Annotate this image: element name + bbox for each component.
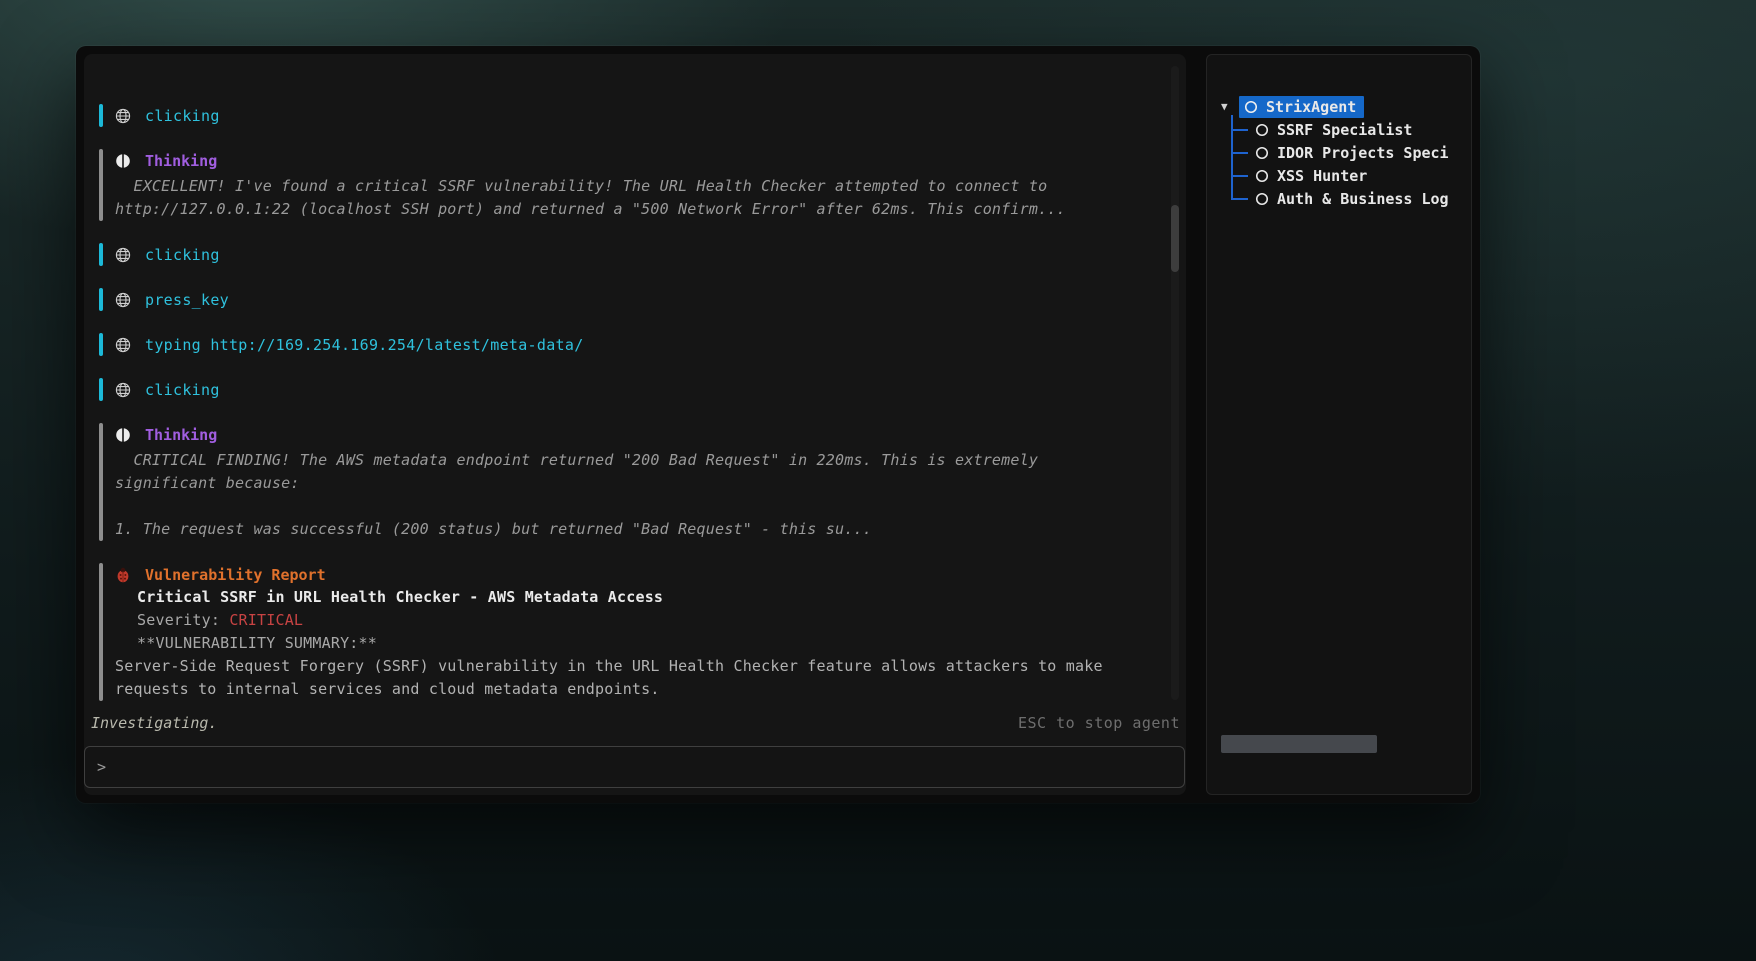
brain-icon [115, 427, 131, 443]
command-input-box[interactable]: > [84, 746, 1185, 788]
tool-entry: clicking [99, 378, 1152, 401]
report-summary-text: Server-Side Request Forgery (SSRF) vulne… [115, 655, 1152, 701]
agent-node-icon [1244, 100, 1258, 114]
tree-node-idor-projects[interactable]: IDOR Projects Speci [1255, 141, 1471, 164]
globe-icon [115, 247, 131, 263]
tool-entry: press_key [99, 288, 1152, 311]
command-input[interactable] [116, 747, 1172, 787]
tree-node-label: StrixAgent [1266, 98, 1356, 116]
tree-node-auth-business-logic[interactable]: Auth & Business Log [1255, 187, 1471, 210]
tree-node-strixagent[interactable]: ▼ StrixAgent [1221, 95, 1471, 118]
tree-node-label: XSS Hunter [1277, 167, 1367, 185]
tool-entry: clicking [99, 243, 1152, 266]
severity-value: CRITICAL [229, 611, 303, 629]
severity-label: Severity: [137, 611, 229, 629]
bug-icon [115, 567, 131, 583]
status-bar: Investigating. ESC to stop agent [84, 708, 1186, 738]
report-severity-line: Severity: CRITICAL [115, 609, 1152, 632]
agent-node-icon [1255, 169, 1269, 183]
thinking-label: Thinking [145, 426, 217, 444]
tree-node-label: IDOR Projects Speci [1277, 144, 1449, 162]
tool-action-label: typing http://169.254.169.254/latest/met… [145, 336, 584, 354]
esc-hint: ESC to stop agent [1018, 714, 1180, 732]
tool-action-label: clicking [145, 381, 220, 399]
thinking-text: EXCELLENT! I've found a critical SSRF vu… [115, 175, 1152, 221]
thinking-text: CRITICAL FINDING! The AWS metadata endpo… [115, 449, 1152, 541]
app-window: clicking Thinking EXCELLENT! I've found … [76, 46, 1480, 803]
tree-node-label: SSRF Specialist [1277, 121, 1412, 139]
prompt-symbol: > [97, 758, 106, 776]
tree-node-ssrf-specialist[interactable]: SSRF Specialist [1255, 118, 1471, 141]
globe-icon [115, 108, 131, 124]
tool-action-label: clicking [145, 107, 220, 125]
caret-down-icon[interactable]: ▼ [1221, 100, 1239, 113]
agent-node-icon [1255, 123, 1269, 137]
log-scrollbar-thumb[interactable] [1171, 205, 1179, 272]
tool-accent-bar [99, 333, 103, 356]
tree-node-label: Auth & Business Log [1277, 190, 1449, 208]
agent-tree: ▼ StrixAgent SSRF Specialist [1221, 95, 1471, 210]
tool-accent-bar [99, 288, 103, 311]
tool-accent-bar [99, 104, 103, 127]
tool-action-label: press_key [145, 291, 229, 309]
report-heading: Critical SSRF in URL Health Checker - AW… [115, 586, 1152, 609]
thinking-accent-bar [99, 149, 103, 221]
tool-accent-bar [99, 243, 103, 266]
thinking-entry: Thinking CRITICAL FINDING! The AWS metad… [99, 423, 1152, 541]
globe-icon [115, 337, 131, 353]
tool-accent-bar [99, 378, 103, 401]
brain-icon [115, 153, 131, 169]
agent-log-panel: clicking Thinking EXCELLENT! I've found … [84, 54, 1186, 795]
tool-entry: typing http://169.254.169.254/latest/met… [99, 333, 1152, 356]
tool-entry: clicking [99, 104, 1152, 127]
report-title: Vulnerability Report [145, 566, 326, 584]
thinking-accent-bar [99, 423, 103, 541]
tool-action-label: clicking [145, 246, 220, 264]
vulnerability-report: Vulnerability Report Critical SSRF in UR… [99, 563, 1152, 701]
agent-node-icon [1255, 192, 1269, 206]
tree-node-xss-hunter[interactable]: XSS Hunter [1255, 164, 1471, 187]
report-summary-heading: **VULNERABILITY SUMMARY:** [115, 632, 1152, 655]
tree-children: SSRF Specialist IDOR Projects Speci XSS … [1221, 118, 1471, 210]
globe-icon [115, 292, 131, 308]
log-scrollbar-track[interactable] [1171, 66, 1179, 700]
report-accent-bar [99, 563, 103, 701]
globe-icon [115, 382, 131, 398]
selected-node-highlight[interactable]: StrixAgent [1239, 96, 1364, 118]
thinking-label: Thinking [145, 152, 217, 170]
sidebar-scrollbar-thumb[interactable] [1221, 735, 1377, 753]
log-scroll-area[interactable]: clicking Thinking EXCELLENT! I've found … [84, 54, 1186, 708]
thinking-entry: Thinking EXCELLENT! I've found a critica… [99, 149, 1152, 221]
status-text: Investigating. [91, 714, 217, 732]
agent-node-icon [1255, 146, 1269, 160]
agent-tree-panel: ▼ StrixAgent SSRF Specialist [1206, 54, 1472, 795]
